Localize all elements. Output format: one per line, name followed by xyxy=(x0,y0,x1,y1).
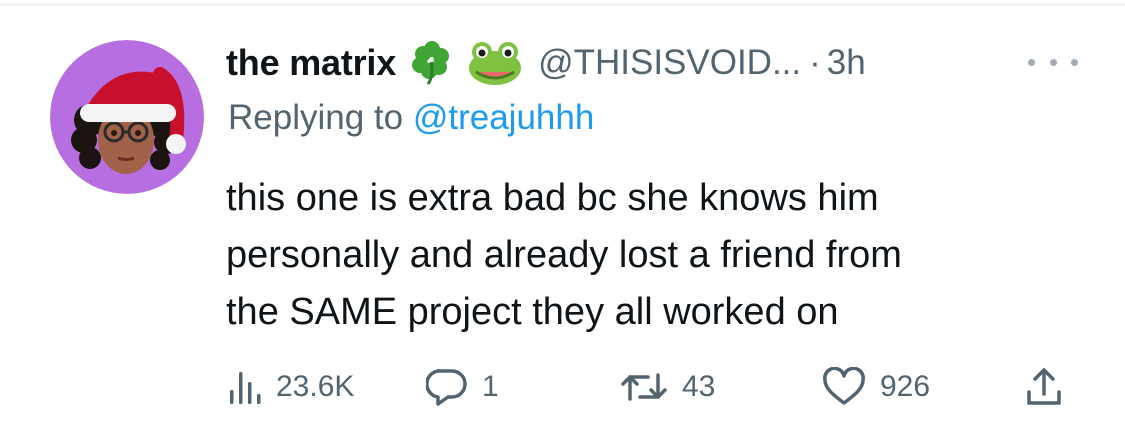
separator-dot: · xyxy=(809,43,821,82)
reply-button[interactable]: 1 xyxy=(426,362,499,412)
views-bar-chart-icon xyxy=(230,372,261,404)
frog-face-icon xyxy=(466,40,524,86)
reply-count: 1 xyxy=(482,370,499,403)
action-bar: 23.6K 1 43 926 xyxy=(228,362,1078,412)
retweet-count: 43 xyxy=(682,370,716,403)
like-button[interactable]: 926 xyxy=(822,362,930,412)
retweet-button[interactable]: 43 xyxy=(620,362,715,412)
reply-bubble-icon xyxy=(426,369,467,406)
share-icon xyxy=(1027,368,1061,405)
avatar-image xyxy=(50,40,204,194)
like-count: 926 xyxy=(880,370,931,403)
replying-to: Replying to @treajuhhh xyxy=(228,98,594,138)
share-button[interactable] xyxy=(1024,362,1064,412)
retweet-icon xyxy=(621,373,667,401)
views-count: 23.6K xyxy=(276,370,355,403)
replying-prefix: Replying to xyxy=(228,98,404,137)
display-name[interactable]: the matrix xyxy=(226,42,396,84)
four-leaf-clover-icon xyxy=(408,40,454,86)
tweet-header: the matrix @THISISVOID... · 3h xyxy=(226,38,866,88)
top-divider xyxy=(0,4,1125,5)
heart-icon xyxy=(823,367,865,405)
avatar[interactable] xyxy=(50,40,204,194)
more-dots-icon[interactable] xyxy=(1028,50,1078,74)
user-handle[interactable]: @THISISVOID... xyxy=(538,43,801,83)
tweet-text: this one is extra bad bc she knows him p… xyxy=(226,170,1086,341)
tweet-text-line: this one is extra bad bc she knows him xyxy=(226,177,879,219)
tweet-text-line: personally and already lost a friend fro… xyxy=(226,234,902,276)
timestamp[interactable]: 3h xyxy=(827,43,866,83)
reply-mention-link[interactable]: @treajuhhh xyxy=(413,98,594,137)
views-button[interactable]: 23.6K xyxy=(228,362,354,412)
tweet-text-line: the SAME project they all worked on xyxy=(226,291,839,333)
